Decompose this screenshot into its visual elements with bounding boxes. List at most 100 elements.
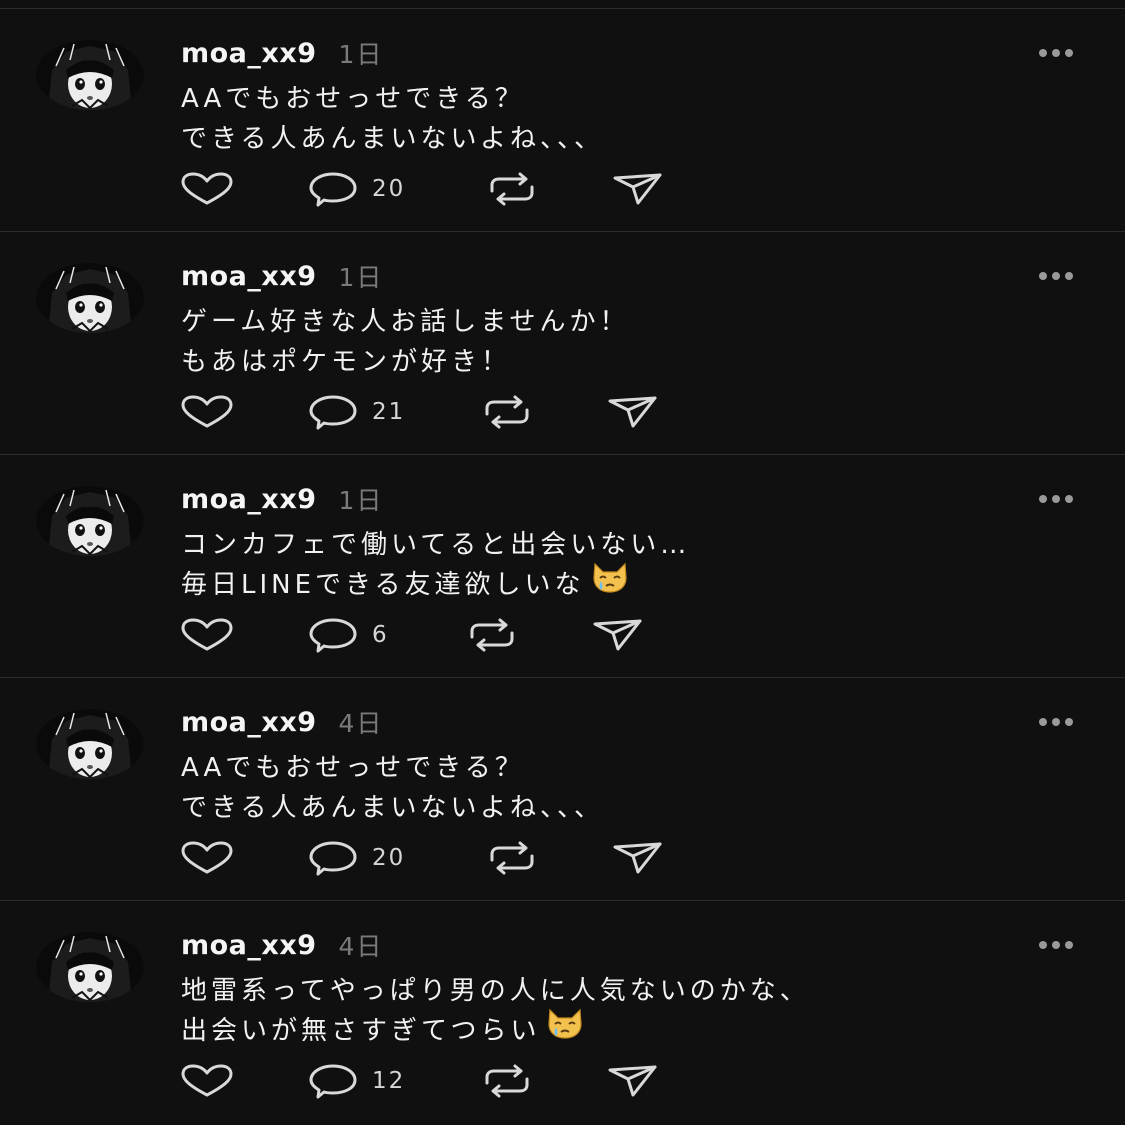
- send-icon: [613, 173, 662, 205]
- repost-icon: [485, 1064, 529, 1098]
- comment-bubble-icon: [309, 395, 357, 430]
- avatar[interactable]: [36, 263, 144, 333]
- more-dot: [1039, 49, 1047, 57]
- share-button[interactable]: [607, 392, 659, 432]
- post-text-line: AAでもおせっせできる？: [181, 753, 525, 783]
- repost-button[interactable]: [481, 392, 533, 432]
- comment-bubble-icon: [309, 841, 357, 876]
- repost-button[interactable]: [486, 838, 538, 878]
- repost-icon: [490, 841, 534, 875]
- post-text-content: 毎日LINEできる友達欲しいな: [181, 570, 585, 600]
- more-options-button[interactable]: [1030, 41, 1082, 65]
- username[interactable]: moa_xx9: [181, 930, 317, 961]
- post-text-line: 出会いが無さすぎてつらい: [181, 1008, 1061, 1051]
- action-bar: 20: [0, 838, 1125, 878]
- post-item[interactable]: moa_xx9 1日 ゲーム好きな人お話しませんか！ もあはポケモンが好き！ 2…: [0, 232, 1125, 455]
- post-text: ゲーム好きな人お話しませんか！ もあはポケモンが好き！: [181, 302, 1061, 382]
- send-icon: [593, 619, 642, 651]
- post-time: 4日: [338, 932, 384, 961]
- comment-bubble-icon: [309, 1064, 357, 1099]
- reply-button[interactable]: 12: [308, 1061, 405, 1101]
- avatar[interactable]: [36, 486, 144, 556]
- heart-icon: [181, 395, 233, 428]
- post-header: moa_xx9 4日: [181, 702, 383, 742]
- repost-icon: [485, 395, 529, 429]
- username[interactable]: moa_xx9: [181, 261, 317, 292]
- like-button[interactable]: [180, 838, 234, 878]
- username[interactable]: moa_xx9: [181, 707, 317, 738]
- post-time: 1日: [338, 486, 384, 515]
- username[interactable]: moa_xx9: [181, 38, 317, 69]
- more-dot: [1039, 495, 1047, 503]
- reply-button[interactable]: 21: [308, 392, 405, 432]
- post-text: コンカフェで働いてると出会いない… 毎日LINEできる友達欲しいな: [181, 525, 1061, 605]
- more-dot: [1052, 272, 1060, 280]
- post-item[interactable]: moa_xx9 4日 地雷系ってやっぱり男の人に人気ないのかな、 出会いが無さす…: [0, 901, 1125, 1123]
- action-bar: 21: [0, 392, 1125, 432]
- reply-count: 12: [372, 1068, 406, 1094]
- avatar[interactable]: [36, 932, 144, 1002]
- more-dot: [1039, 718, 1047, 726]
- action-bar: 12: [0, 1061, 1125, 1101]
- action-bar: 6: [0, 615, 1125, 655]
- like-button[interactable]: [180, 1061, 234, 1101]
- more-options-button[interactable]: [1030, 264, 1082, 288]
- more-options-button[interactable]: [1030, 487, 1082, 511]
- post-text-line: できる人あんまいないよね、、、: [181, 793, 604, 823]
- like-button[interactable]: [180, 169, 234, 209]
- more-dot: [1065, 718, 1073, 726]
- more-dot: [1065, 495, 1073, 503]
- repost-button[interactable]: [486, 169, 538, 209]
- heart-icon: [181, 841, 233, 874]
- repost-button[interactable]: [466, 615, 518, 655]
- share-button[interactable]: [612, 838, 664, 878]
- share-button[interactable]: [607, 1061, 659, 1101]
- comment-bubble-icon: [309, 172, 357, 207]
- post-text-line: できる人あんまいないよね、、、: [181, 124, 604, 154]
- heart-icon: [181, 618, 233, 651]
- more-dot: [1052, 718, 1060, 726]
- repost-button[interactable]: [481, 1061, 533, 1101]
- send-icon: [608, 396, 657, 428]
- post-text: AAでもおせっせできる？ できる人あんまいないよね、、、: [181, 748, 1061, 828]
- post-time: 4日: [338, 709, 384, 738]
- post-text: 地雷系ってやっぱり男の人に人気ないのかな、 出会いが無さすぎてつらい: [181, 971, 1061, 1051]
- reply-button[interactable]: 20: [308, 838, 405, 878]
- post-item[interactable]: moa_xx9 1日 AAでもおせっせできる？ できる人あんまいないよね、、、 …: [0, 9, 1125, 232]
- reply-count: 6: [372, 622, 389, 648]
- avatar[interactable]: [36, 709, 144, 779]
- reply-count: 21: [372, 399, 406, 425]
- more-dot: [1039, 272, 1047, 280]
- like-button[interactable]: [180, 615, 234, 655]
- send-icon: [608, 1065, 657, 1097]
- crying-cat-icon: [589, 560, 631, 606]
- post-time: 1日: [338, 40, 384, 69]
- more-dot: [1065, 49, 1073, 57]
- username[interactable]: moa_xx9: [181, 484, 317, 515]
- heart-icon: [181, 172, 233, 205]
- like-button[interactable]: [180, 392, 234, 432]
- reply-button[interactable]: 20: [308, 169, 405, 209]
- more-options-button[interactable]: [1030, 933, 1082, 957]
- repost-icon: [490, 172, 534, 206]
- reply-button[interactable]: 6: [308, 615, 389, 655]
- reply-count: 20: [372, 845, 406, 871]
- share-button[interactable]: [612, 169, 664, 209]
- more-dot: [1039, 941, 1047, 949]
- post-text-content: 出会いが無さすぎてつらい: [181, 1016, 541, 1046]
- share-button[interactable]: [592, 615, 644, 655]
- post-text-line: 毎日LINEできる友達欲しいな: [181, 562, 1061, 605]
- more-dot: [1052, 495, 1060, 503]
- post-text-line: ゲーム好きな人お話しませんか！: [181, 307, 630, 337]
- post-feed: moa_xx9 1日 AAでもおせっせできる？ できる人あんまいないよね、、、 …: [0, 9, 1125, 1123]
- post-time: 1日: [338, 263, 384, 292]
- more-dot: [1052, 941, 1060, 949]
- repost-icon: [470, 618, 514, 652]
- post-header: moa_xx9 4日: [181, 925, 383, 965]
- post-header: moa_xx9 1日: [181, 479, 383, 519]
- more-options-button[interactable]: [1030, 710, 1082, 734]
- post-item[interactable]: moa_xx9 4日 AAでもおせっせできる？ できる人あんまいないよね、、、 …: [0, 678, 1125, 901]
- post-text-line: AAでもおせっせできる？: [181, 84, 525, 114]
- post-item[interactable]: moa_xx9 1日 コンカフェで働いてると出会いない… 毎日LINEできる友達…: [0, 455, 1125, 678]
- avatar[interactable]: [36, 40, 144, 110]
